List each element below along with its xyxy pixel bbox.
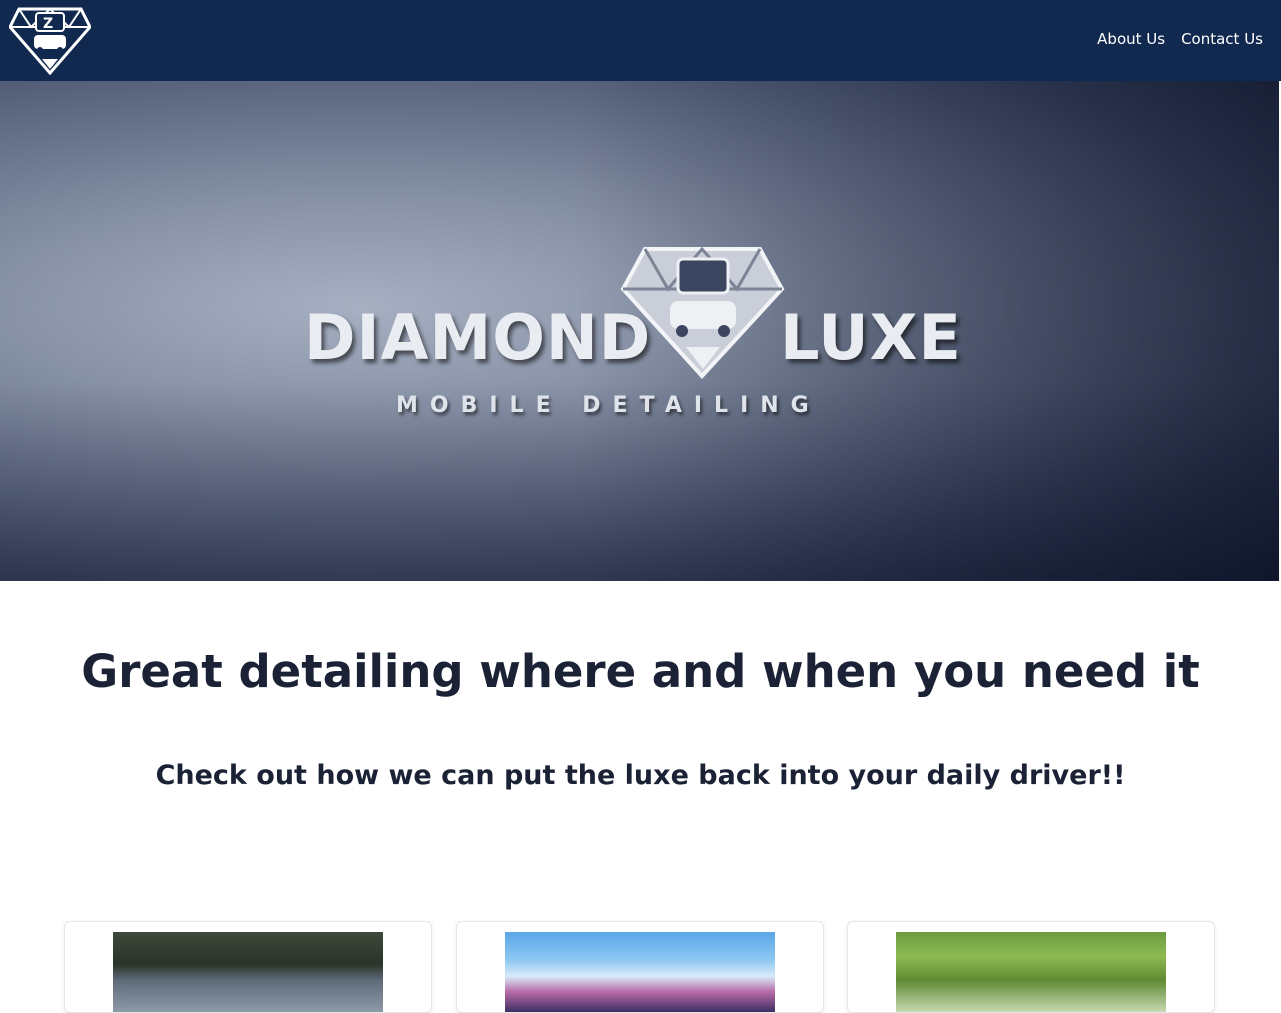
page-subheadline: Check out how we can put the luxe back i… [155, 760, 1126, 791]
nav-link-about-us[interactable]: About Us [1097, 30, 1165, 48]
diamond-car-emblem-icon [620, 246, 785, 379]
hero-brand-left: DIAMOND [304, 301, 652, 374]
svg-text:Z: Z [43, 16, 53, 32]
navbar: Z About Us Contact Us [0, 0, 1281, 81]
hero-brand-right: LUXE [780, 301, 962, 374]
hero-banner: DIAMOND LUXE MOBILE DETAILING [0, 81, 1279, 581]
service-card-1[interactable] [64, 921, 432, 1013]
hero-logo: DIAMOND LUXE MOBILE DETAILING [300, 241, 980, 421]
nav-link-contact-us[interactable]: Contact Us [1181, 30, 1263, 48]
service-card-3[interactable] [847, 921, 1215, 1013]
page-headline: Great detailing where and when you need … [81, 645, 1200, 698]
card-image-van [505, 932, 775, 1012]
card-image-trees [896, 932, 1166, 1012]
nav-links: About Us Contact Us [1097, 30, 1263, 48]
service-card-2[interactable] [456, 921, 824, 1013]
card-image-car [113, 932, 383, 1012]
diamond-car-logo-icon[interactable]: Z [9, 3, 91, 75]
hero-tagline: MOBILE DETAILING [396, 393, 821, 418]
